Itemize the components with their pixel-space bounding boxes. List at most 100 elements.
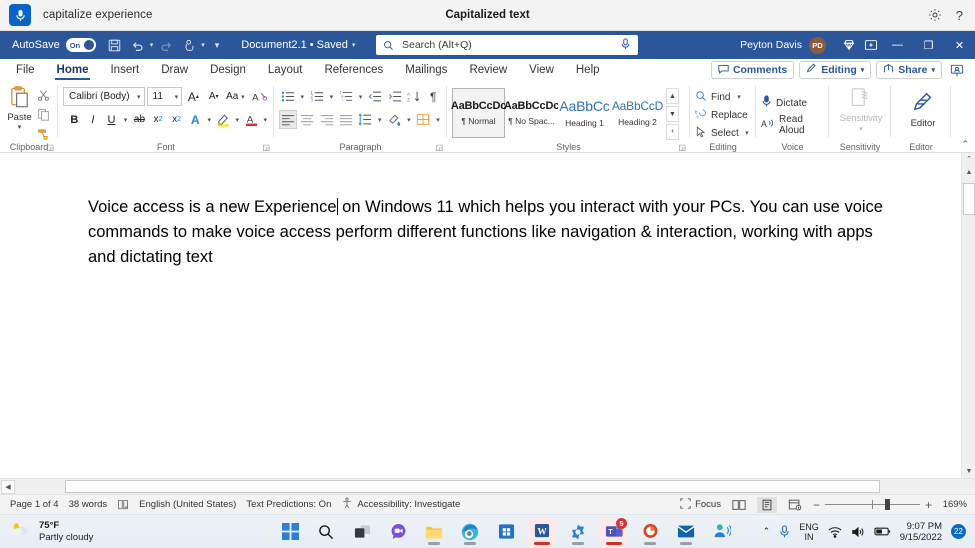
volume-icon[interactable] [851,526,865,538]
sensitivity-chevron-down-icon[interactable]: ▾ [859,124,863,135]
shrink-font-icon[interactable]: A ▾ [205,87,223,106]
avatar[interactable]: PD [809,36,826,54]
tab-mailings[interactable]: Mailings [394,59,458,81]
shading-chevron-down-icon[interactable]: ▾ [405,116,413,124]
justify-icon[interactable] [337,110,354,129]
shading-icon[interactable] [386,110,403,129]
undo-icon[interactable] [128,35,148,55]
scissors-icon[interactable] [34,87,53,104]
paste-button[interactable]: Paste ▾ [5,84,34,142]
redo-icon[interactable] [156,35,176,55]
chevron-down-icon[interactable]: ▾ [861,66,865,74]
autosave-toggle[interactable]: On [65,38,96,52]
grow-font-icon[interactable]: A ▴ [184,87,202,106]
split-window-icon[interactable]: ⌃ [962,153,975,165]
touch-dropdown-icon[interactable]: ▾ [201,41,205,49]
zoom-level[interactable]: 169% [937,499,967,510]
superscript-icon[interactable]: x2 [168,110,185,129]
help-icon[interactable]: ? [956,8,963,23]
ribbon-display-options-icon[interactable] [860,31,882,59]
underline-chevron-down-icon[interactable]: ▾ [122,116,129,124]
change-case-icon[interactable]: Aa ▾ [225,87,249,106]
style-heading-2[interactable]: AaBbCcD Heading 2 [611,88,664,138]
tab-draw[interactable]: Draw [150,59,199,81]
restore-button[interactable]: ❐ [913,31,944,59]
close-button[interactable]: ✕ [944,31,975,59]
dictate-button[interactable]: Dictate [761,92,824,114]
bold-button[interactable]: B [66,110,83,129]
editing-button[interactable]: Editing ▾ [799,61,872,79]
dictate-search-microphone-icon[interactable] [620,37,631,53]
chevron-down-icon[interactable]: ▾ [175,93,179,101]
teams-button[interactable]: T 22 5 [600,516,628,547]
document-menu-chevron-down-icon[interactable]: ▾ [352,41,356,49]
style-heading-1[interactable]: AaBbCc Heading 1 [558,88,611,138]
borders-icon[interactable] [415,110,432,129]
page-indicator[interactable]: Page 1 of 4 [10,499,59,510]
document-page[interactable]: Voice access is a new Experience on Wind… [0,153,961,478]
battery-icon[interactable] [874,526,891,537]
italic-button[interactable]: I [85,110,102,129]
zoom-slider-thumb[interactable] [884,499,890,510]
zoom-in-button[interactable]: + [925,498,932,512]
find-chevron-down-icon[interactable]: ▾ [734,93,743,101]
task-view-button[interactable] [348,517,376,547]
text-highlight-icon[interactable] [215,110,232,129]
tab-view[interactable]: View [518,59,565,81]
font-color-icon[interactable]: A [243,110,260,129]
mail-button[interactable] [672,517,700,547]
web-layout-icon[interactable] [785,497,805,513]
copy-icon[interactable] [34,106,53,123]
numbering-chevron-down-icon[interactable]: ▾ [328,93,336,101]
zoom-slider[interactable] [824,499,920,510]
chevron-up-icon[interactable]: ▲ [666,88,679,104]
chevron-down-icon[interactable]: ▾ [931,66,935,74]
scroll-left-button[interactable]: ◀ [1,479,15,494]
underline-button[interactable]: U [103,110,120,129]
text-predictions-indicator[interactable]: Text Predictions: On [246,499,331,510]
gear-icon[interactable] [928,8,942,22]
align-center-icon[interactable] [299,110,316,129]
vertical-scroll-thumb[interactable] [963,183,975,215]
tab-help[interactable]: Help [565,59,611,81]
clear-formatting-icon[interactable]: A [251,87,269,106]
more-styles-icon[interactable]: ⍖ [666,124,679,140]
scroll-down-button[interactable]: ▼ [962,464,975,478]
chevron-down-icon[interactable]: ▾ [137,93,141,101]
document-text[interactable]: Voice access is a new Experience on Wind… [88,195,888,270]
font-size-input[interactable]: 11 ▾ [146,87,183,106]
wifi-icon[interactable] [828,526,842,538]
styles-dialog-launcher-icon[interactable]: ◲ [678,143,686,152]
sensitivity-button[interactable]: Sensitivity ▾ [834,84,888,136]
read-aloud-button[interactable]: A Read Aloud [761,114,824,136]
touch-pointer-icon[interactable] [179,35,199,55]
edge-button[interactable] [456,517,484,547]
paragraph-mark-icon[interactable]: ¶ [425,87,442,106]
horizontal-scroll-thumb[interactable] [65,480,880,493]
zoom-out-button[interactable]: − [813,498,820,512]
tab-insert[interactable]: Insert [99,59,150,81]
weather-widget[interactable]: 75°F Partly cloudy [10,520,93,544]
microphone-icon[interactable] [9,4,31,26]
language-indicator[interactable]: ENG IN [799,522,819,542]
replace-button[interactable]: bc Replace [695,106,751,124]
font-dialog-launcher-icon[interactable]: ◲ [262,143,270,152]
search-button[interactable] [312,517,340,547]
sort-az-icon[interactable]: AZ [405,87,422,106]
bullet-list-icon[interactable] [279,87,296,106]
highlight-chevron-down-icon[interactable]: ▾ [234,116,241,124]
minimize-button[interactable]: — [882,31,913,59]
tab-design[interactable]: Design [199,59,257,81]
collapse-ribbon-chevron-up-icon[interactable]: ⌃ [961,139,969,150]
language-indicator[interactable]: English (United States) [139,499,236,510]
notification-center-badge[interactable]: 22 [951,524,966,539]
find-button[interactable]: Find ▾ [695,88,751,106]
strikethrough-icon[interactable]: ab [131,110,148,129]
chevron-up-icon[interactable]: ⌃ [763,526,771,537]
comments-button[interactable]: Comments [710,61,795,79]
editor-button[interactable]: Editor [896,84,950,136]
tab-file[interactable]: File [5,59,46,81]
horizontal-scroll-track[interactable] [17,480,958,493]
numbered-list-icon[interactable]: 123 [308,87,325,106]
tab-home[interactable]: Home [46,59,100,81]
